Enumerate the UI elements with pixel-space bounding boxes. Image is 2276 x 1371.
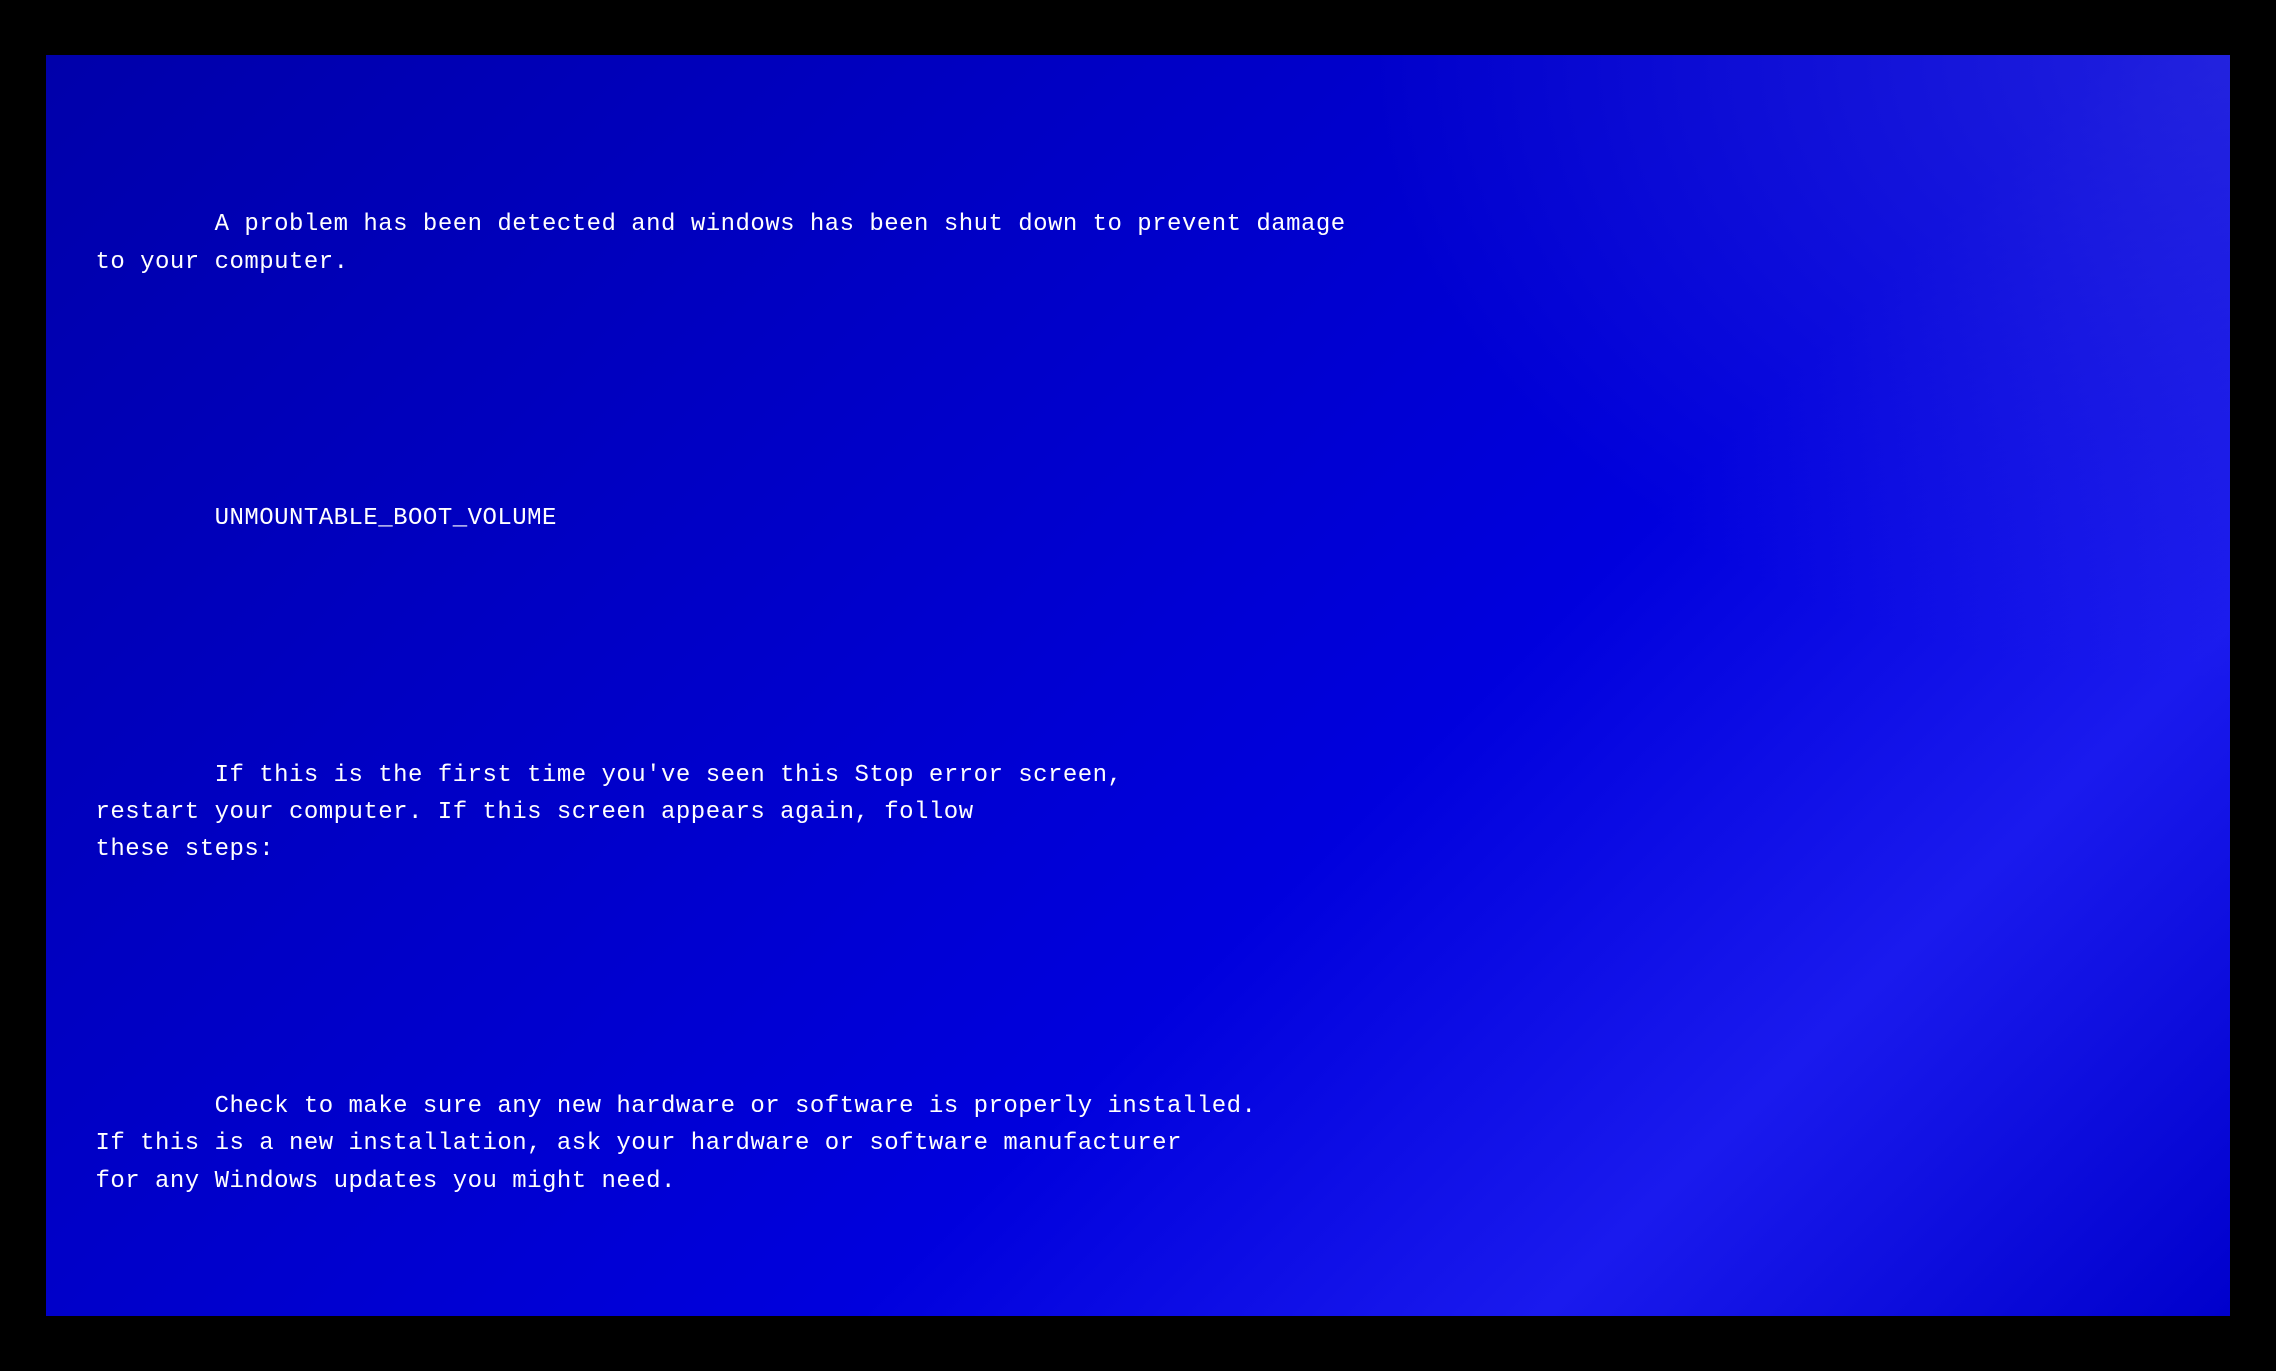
intro-line1: A problem has been detected and windows … xyxy=(215,211,1346,238)
p1-line1: If this is the first time you've seen th… xyxy=(215,762,1123,789)
p2-line3: for any Windows updates you might need. xyxy=(96,1168,676,1195)
error-code: UNMOUNTABLE_BOOT_VOLUME xyxy=(215,505,557,532)
bsod-content: A problem has been detected and windows … xyxy=(96,95,2181,1316)
monitor: A problem has been detected and windows … xyxy=(0,0,2276,1371)
p2-line2: If this is a new installation, ask your … xyxy=(96,1130,1182,1157)
p2-line1: Check to make sure any new hardware or s… xyxy=(215,1093,1257,1120)
intro-line2: to your computer. xyxy=(96,249,349,276)
paragraph1-section: If this is the first time you've seen th… xyxy=(96,720,2181,906)
error-code-section: UNMOUNTABLE_BOOT_VOLUME xyxy=(96,463,2181,575)
p1-line2: restart your computer. If this screen ap… xyxy=(96,799,974,826)
paragraph2-section: Check to make sure any new hardware or s… xyxy=(96,1051,2181,1237)
p1-line3: these steps: xyxy=(96,836,275,863)
intro-section: A problem has been detected and windows … xyxy=(96,169,2181,318)
bsod-screen: A problem has been detected and windows … xyxy=(46,55,2231,1316)
